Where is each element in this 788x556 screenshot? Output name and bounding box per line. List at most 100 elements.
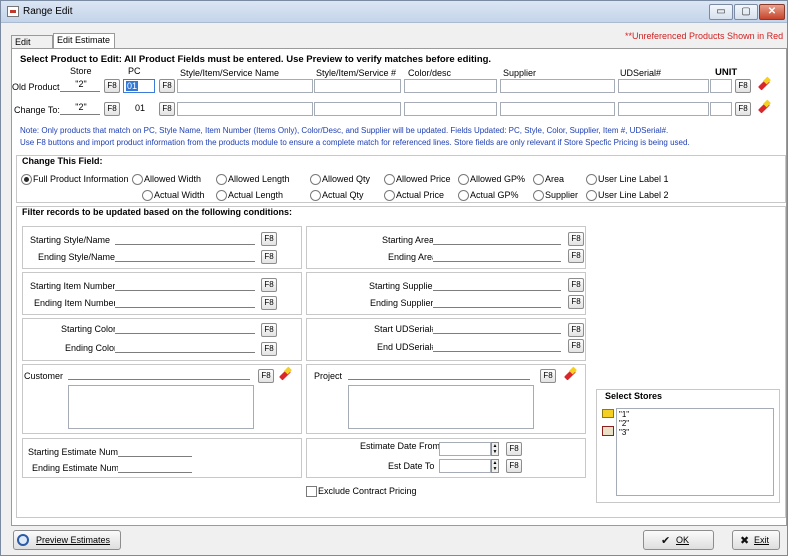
new-item-field[interactable] [314,102,401,116]
range-edit-window: Range Edit ▭ ▢ ✕ Edit Lines Edit Estimat… [0,0,788,556]
end-style-f8-button[interactable]: F8 [261,250,277,264]
old-pc-f8-button[interactable]: F8 [159,79,175,93]
stores-list[interactable]: "1" "2" "3" [616,408,774,496]
old-serial-field[interactable] [618,79,709,93]
radio-actual-price[interactable]: Actual Price [384,190,444,201]
old-unit-field[interactable] [710,79,732,93]
new-store-f8-button[interactable]: F8 [104,102,120,116]
start-supplier-f8-button[interactable]: F8 [568,278,584,292]
end-est-field[interactable] [118,459,192,473]
date-to-field[interactable] [439,459,491,473]
end-color-field[interactable] [115,339,255,353]
customer-f8-button[interactable]: F8 [258,369,274,383]
old-color-field[interactable] [404,79,497,93]
end-area-f8-button[interactable]: F8 [568,249,584,263]
end-area-label: Ending Area [388,252,438,262]
new-serial-field[interactable] [618,102,709,116]
old-style-field[interactable] [177,79,313,93]
customer-clear-eraser-icon[interactable] [278,367,292,381]
store-item[interactable]: "2" [619,419,629,428]
start-serial-f8-button[interactable]: F8 [568,323,584,337]
ok-button[interactable]: ✔ OK [643,530,714,550]
new-pc-f8-button[interactable]: F8 [159,102,175,116]
start-serial-field[interactable] [433,320,561,334]
radio-user-line-label-1[interactable]: User Line Label 1 [586,174,669,185]
date-to-spinner[interactable]: ▲ ▼ [491,459,499,473]
radio-area[interactable]: Area [533,174,564,185]
project-clear-eraser-icon[interactable] [563,367,577,381]
exit-button[interactable]: ✖ Exit [732,530,780,550]
project-f8-button[interactable]: F8 [540,369,556,383]
project-field[interactable] [348,366,530,380]
radio-allowed-qty[interactable]: Allowed Qty [310,174,370,185]
radio-allowed-width[interactable]: Allowed Width [132,174,201,185]
customer-field[interactable] [68,366,250,380]
start-item-field[interactable] [115,277,255,291]
minimize-button[interactable]: ▭ [709,4,733,20]
radio-supplier[interactable]: Supplier [533,190,578,201]
select-all-stores-icon[interactable] [602,409,614,418]
date-from-field[interactable] [439,442,491,456]
old-store-field[interactable]: "2" [60,78,100,92]
start-color-f8-button[interactable]: F8 [261,323,277,337]
start-color-label: Starting Color [61,324,117,334]
end-area-field[interactable] [433,248,561,262]
end-serial-f8-button[interactable]: F8 [568,339,584,353]
radio-actual-qty[interactable]: Actual Qty [310,190,364,201]
new-color-field[interactable] [404,102,497,116]
window-title: Range Edit [23,6,73,17]
start-est-field[interactable] [118,443,192,457]
end-serial-field[interactable] [433,338,561,352]
start-area-field[interactable] [433,231,561,245]
radio-full-product[interactable]: Full Product Information [21,174,129,185]
new-supplier-field[interactable] [500,102,615,116]
title-bar: Range Edit ▭ ▢ ✕ [1,1,787,23]
end-color-f8-button[interactable]: F8 [261,342,277,356]
new-store-field[interactable]: "2" [60,101,100,115]
old-clear-eraser-icon[interactable] [757,77,771,91]
new-style-field[interactable] [177,102,313,116]
end-item-field[interactable] [115,294,255,308]
end-supplier-field[interactable] [433,294,561,308]
maximize-button[interactable]: ▢ [734,4,758,20]
new-pc-field[interactable]: 01 [123,102,155,116]
radio-actual-width[interactable]: Actual Width [142,190,205,201]
end-item-label: Ending Item Number [34,298,117,308]
preview-estimates-button[interactable]: Preview Estimates [13,530,121,550]
old-supplier-field[interactable] [500,79,615,93]
start-style-f8-button[interactable]: F8 [261,232,277,246]
old-pc-field[interactable]: 01 [123,79,155,93]
radio-allowed-price[interactable]: Allowed Price [384,174,451,185]
start-supplier-field[interactable] [433,277,561,291]
new-clear-eraser-icon[interactable] [757,100,771,114]
start-color-field[interactable] [115,320,255,334]
tab-edit-estimate[interactable]: Edit Estimate [53,33,115,49]
start-item-f8-button[interactable]: F8 [261,278,277,292]
old-store-f8-button[interactable]: F8 [104,79,120,93]
start-area-f8-button[interactable]: F8 [568,232,584,246]
date-to-f8-button[interactable]: F8 [506,459,522,473]
store-item[interactable]: "3" [619,428,629,437]
end-style-field[interactable] [115,248,255,262]
store-item[interactable]: "1" [619,410,629,419]
deselect-stores-icon[interactable] [602,426,614,436]
end-supplier-f8-button[interactable]: F8 [568,295,584,309]
old-unit-f8-button[interactable]: F8 [735,79,751,93]
new-unit-field[interactable] [710,102,732,116]
tab-edit-lines[interactable]: Edit Lines [11,35,53,60]
radio-actual-gp[interactable]: Actual GP% [458,190,519,201]
radio-allowed-length[interactable]: Allowed Length [216,174,290,185]
end-color-label: Ending Color [65,343,118,353]
start-style-field[interactable] [115,231,255,245]
radio-user-line-label-2[interactable]: User Line Label 2 [586,190,669,201]
radio-actual-length[interactable]: Actual Length [216,190,283,201]
date-from-label: Estimate Date From [360,441,441,451]
date-from-spinner[interactable]: ▲ ▼ [491,442,499,456]
radio-allowed-gp[interactable]: Allowed GP% [458,174,525,185]
end-item-f8-button[interactable]: F8 [261,296,277,310]
new-unit-f8-button[interactable]: F8 [735,102,751,116]
date-from-f8-button[interactable]: F8 [506,442,522,456]
old-item-field[interactable] [314,79,401,93]
close-button[interactable]: ✕ [759,4,785,20]
exclude-contract-checkbox[interactable]: Exclude Contract Pricing [306,486,417,497]
